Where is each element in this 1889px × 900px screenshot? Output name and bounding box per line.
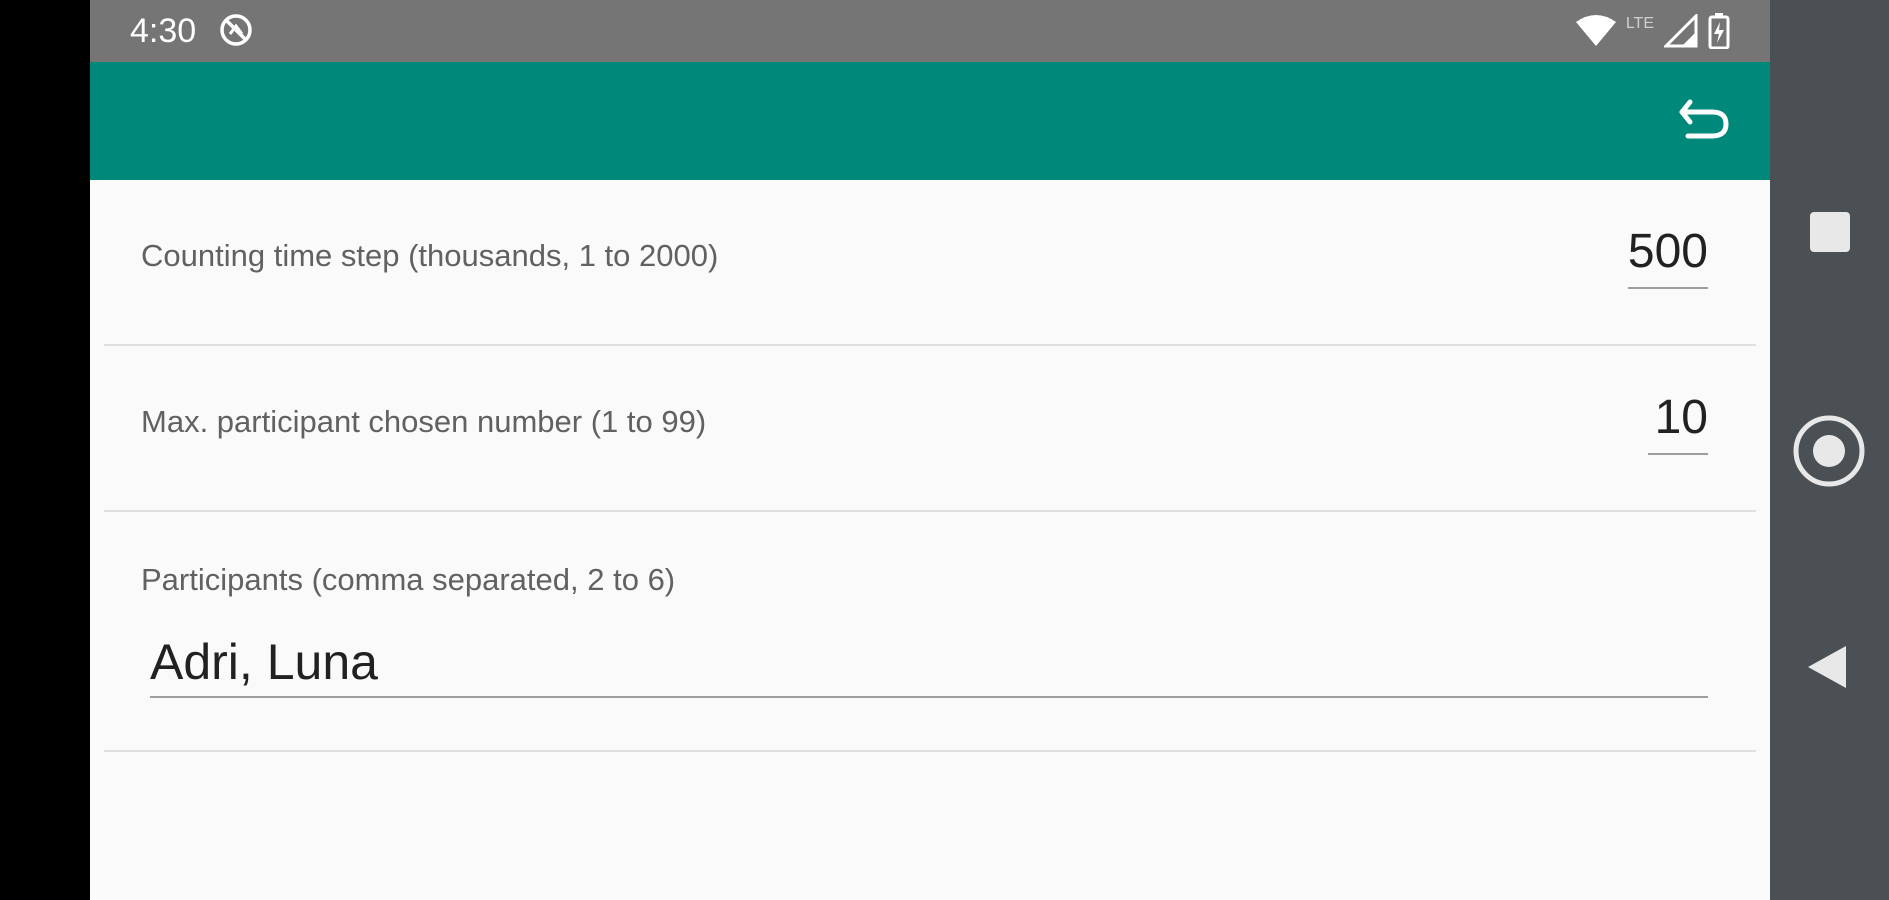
max-chosen-number-input[interactable]: 10 <box>1648 390 1708 455</box>
network-type-label: LTE <box>1625 15 1654 32</box>
setting-label: Max. participant chosen number (1 to 99) <box>141 404 707 439</box>
device-screen: 4:30 LTE Counting time step (thousands, … <box>0 0 1889 900</box>
do-not-disturb-icon <box>220 14 252 46</box>
app-window: 4:30 LTE Counting time step (thousands, … <box>90 0 1770 900</box>
setting-counting-time-step[interactable]: Counting time step (thousands, 1 to 2000… <box>104 180 1756 346</box>
participants-input[interactable]: Adri, Luna <box>150 632 1708 698</box>
undo-icon[interactable] <box>1674 88 1734 148</box>
setting-participants: Participants (comma separated, 2 to 6) A… <box>104 512 1756 752</box>
counting-time-step-input[interactable]: 500 <box>1627 224 1708 289</box>
app-toolbar <box>90 62 1770 180</box>
setting-label: Counting time step (thousands, 1 to 2000… <box>141 238 719 273</box>
setting-max-chosen-number[interactable]: Max. participant chosen number (1 to 99)… <box>104 346 1756 512</box>
home-circle-icon[interactable] <box>1792 414 1866 488</box>
cell-signal-icon <box>1664 14 1698 48</box>
status-time: 4:30 <box>130 12 197 50</box>
wifi-icon <box>1575 15 1616 46</box>
settings-list: Counting time step (thousands, 1 to 2000… <box>104 180 1756 752</box>
status-icons: LTE <box>1575 12 1730 50</box>
left-bezel <box>0 0 90 900</box>
recents-square-icon[interactable] <box>1810 212 1850 252</box>
navigation-bar <box>1770 0 1889 900</box>
status-bar: 4:30 LTE <box>90 0 1770 62</box>
battery-charging-icon <box>1708 13 1730 49</box>
back-triangle-icon[interactable] <box>1806 644 1848 690</box>
setting-label: Participants (comma separated, 2 to 6) <box>141 562 676 597</box>
